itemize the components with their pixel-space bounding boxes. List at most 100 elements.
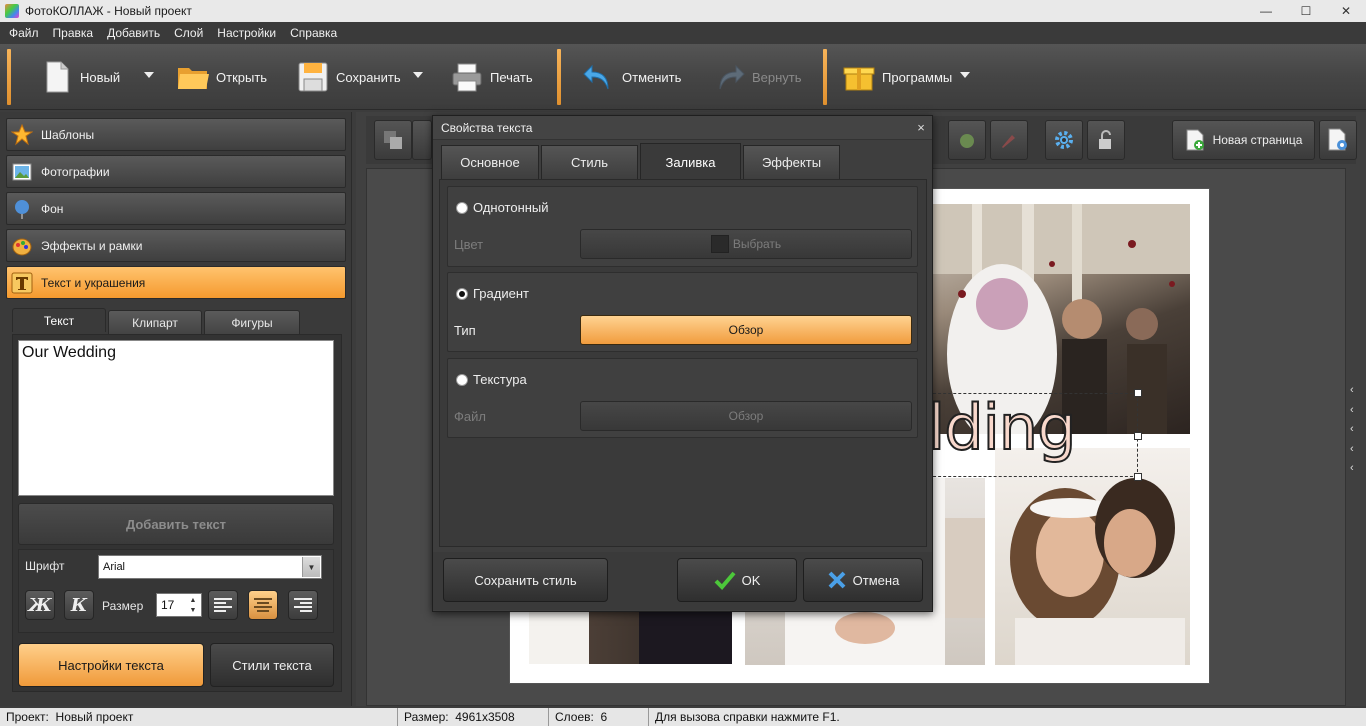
lock-button[interactable] (1087, 120, 1125, 160)
floppy-save-icon (296, 60, 330, 94)
layer-back-button[interactable] (374, 120, 412, 160)
page-settings-button[interactable] (1319, 120, 1357, 160)
section-photos[interactable]: Фотографии (6, 155, 346, 188)
menu-settings[interactable]: Настройки (210, 26, 283, 40)
section-effects-frames[interactable]: Эффекты и рамки (6, 229, 346, 262)
chevron-down-icon[interactable]: ▼ (302, 557, 320, 577)
font-select[interactable]: Arial ▼ (98, 555, 322, 579)
text-input-area[interactable]: Our Wedding (18, 340, 334, 496)
chevron-left-icon[interactable]: ‹ (1350, 384, 1364, 396)
chevron-left-icon[interactable]: ‹ (1350, 443, 1364, 455)
redo-arrow-icon (712, 60, 746, 94)
new-page-icon (1186, 129, 1204, 151)
tab-shapes[interactable]: Фигуры (204, 310, 300, 334)
tab-basic[interactable]: Основное (441, 145, 539, 179)
brush-icon (1002, 135, 1015, 148)
print-button[interactable]: Печать (450, 52, 533, 102)
checkmark-icon (714, 571, 736, 590)
save-button[interactable]: Сохранить (296, 52, 401, 102)
layer-forward-button[interactable] (412, 120, 432, 160)
page-gear-icon (1328, 128, 1347, 151)
section-text-decorations[interactable]: Текст и украшения (6, 266, 346, 299)
chevron-left-icon[interactable]: ‹ (1350, 423, 1364, 435)
texture-browse-button[interactable]: Обзор (580, 401, 912, 431)
gradient-browse-button[interactable]: Обзор (580, 315, 912, 345)
toolbar-separator (557, 49, 561, 105)
texture-radio[interactable] (456, 374, 468, 386)
close-button[interactable]: ✕ (1326, 0, 1366, 22)
italic-button[interactable]: К (64, 590, 94, 620)
menu-help[interactable]: Справка (283, 26, 344, 40)
status-layers: Слоев: 6 (549, 708, 649, 726)
tab-clipart[interactable]: Клипарт (108, 310, 202, 334)
undo-button[interactable]: Отменить (582, 52, 681, 102)
type-field-label: Тип (454, 323, 476, 338)
solid-label: Однотонный (473, 200, 549, 215)
bold-button[interactable]: Ж (25, 590, 55, 620)
color-effect-button[interactable] (948, 120, 986, 160)
new-page-button[interactable]: Новая страница (1172, 120, 1315, 160)
star-icon (10, 123, 34, 146)
font-label: Шрифт (25, 559, 65, 573)
tab-effects[interactable]: Эффекты (743, 145, 840, 179)
solid-radio[interactable] (456, 202, 468, 214)
dialog-close-button[interactable]: × (912, 118, 930, 136)
choose-color-button[interactable]: Выбрать (580, 229, 912, 259)
tab-text[interactable]: Текст (12, 308, 106, 332)
file-field-label: Файл (454, 409, 486, 424)
text-settings-button[interactable]: Настройки текста (18, 643, 204, 687)
font-size-stepper[interactable]: 17 ▲ ▼ (156, 593, 202, 617)
chevron-left-icon[interactable]: ‹ (1350, 462, 1364, 474)
layers-icon (384, 131, 402, 149)
app-icon (5, 4, 19, 18)
dialog-title: Свойства текста (433, 116, 932, 140)
color-field-label: Цвет (454, 237, 484, 252)
menu-file[interactable]: Файл (2, 26, 46, 40)
align-right-icon (294, 598, 312, 612)
new-button[interactable]: Новый (40, 52, 120, 102)
cancel-button[interactable]: Отмена (803, 558, 923, 602)
menu-layer[interactable]: Слой (167, 26, 210, 40)
paint-drop-icon (960, 134, 974, 148)
printer-icon (450, 60, 484, 94)
programs-dropdown-icon[interactable] (960, 72, 970, 78)
main-toolbar: Новый Открыть Сохранить Печать Отменить … (0, 44, 1366, 110)
stepper-arrows-icon[interactable]: ▲ ▼ (186, 595, 200, 615)
section-background[interactable]: Фон (6, 192, 346, 225)
minimize-button[interactable]: — (1246, 0, 1286, 22)
new-dropdown-icon[interactable] (144, 72, 154, 78)
align-center-button[interactable] (248, 590, 278, 620)
color-swatch (710, 235, 729, 253)
align-right-button[interactable] (288, 590, 318, 620)
selection-box (928, 393, 1138, 477)
settings-button[interactable] (1045, 120, 1083, 160)
status-size: Размер: 4961x3508 (398, 708, 549, 726)
palette-icon (11, 235, 33, 257)
add-text-button[interactable]: Добавить текст (18, 503, 334, 545)
open-button[interactable]: Открыть (176, 52, 267, 102)
tab-fill[interactable]: Заливка (640, 143, 741, 180)
maximize-button[interactable]: ☐ (1286, 0, 1326, 22)
new-document-icon (40, 60, 74, 94)
side-collapse-arrows[interactable]: ‹ ‹ ‹ ‹ ‹ (1350, 384, 1364, 474)
gradient-radio[interactable] (456, 288, 468, 300)
save-style-button[interactable]: Сохранить стиль (443, 558, 608, 602)
chevron-left-icon[interactable]: ‹ (1350, 404, 1364, 416)
align-left-button[interactable] (208, 590, 238, 620)
menu-edit[interactable]: Правка (46, 26, 101, 40)
photo-couple-dress[interactable] (529, 612, 732, 664)
tab-style[interactable]: Стиль (541, 145, 638, 179)
text-styles-button[interactable]: Стили текста (210, 643, 334, 687)
ok-button[interactable]: OK (677, 558, 797, 602)
menu-add[interactable]: Добавить (100, 26, 167, 40)
resize-handle[interactable] (1134, 432, 1142, 440)
programs-button[interactable]: Программы (842, 52, 952, 102)
resize-handle[interactable] (1134, 389, 1142, 397)
clear-button[interactable] (990, 120, 1028, 160)
resize-handle[interactable] (1134, 473, 1142, 481)
redo-button[interactable]: Вернуть (712, 52, 802, 102)
save-dropdown-icon[interactable] (413, 72, 423, 78)
folder-icon (176, 60, 210, 94)
cross-icon (828, 571, 846, 589)
section-templates[interactable]: Шаблоны (6, 118, 346, 151)
